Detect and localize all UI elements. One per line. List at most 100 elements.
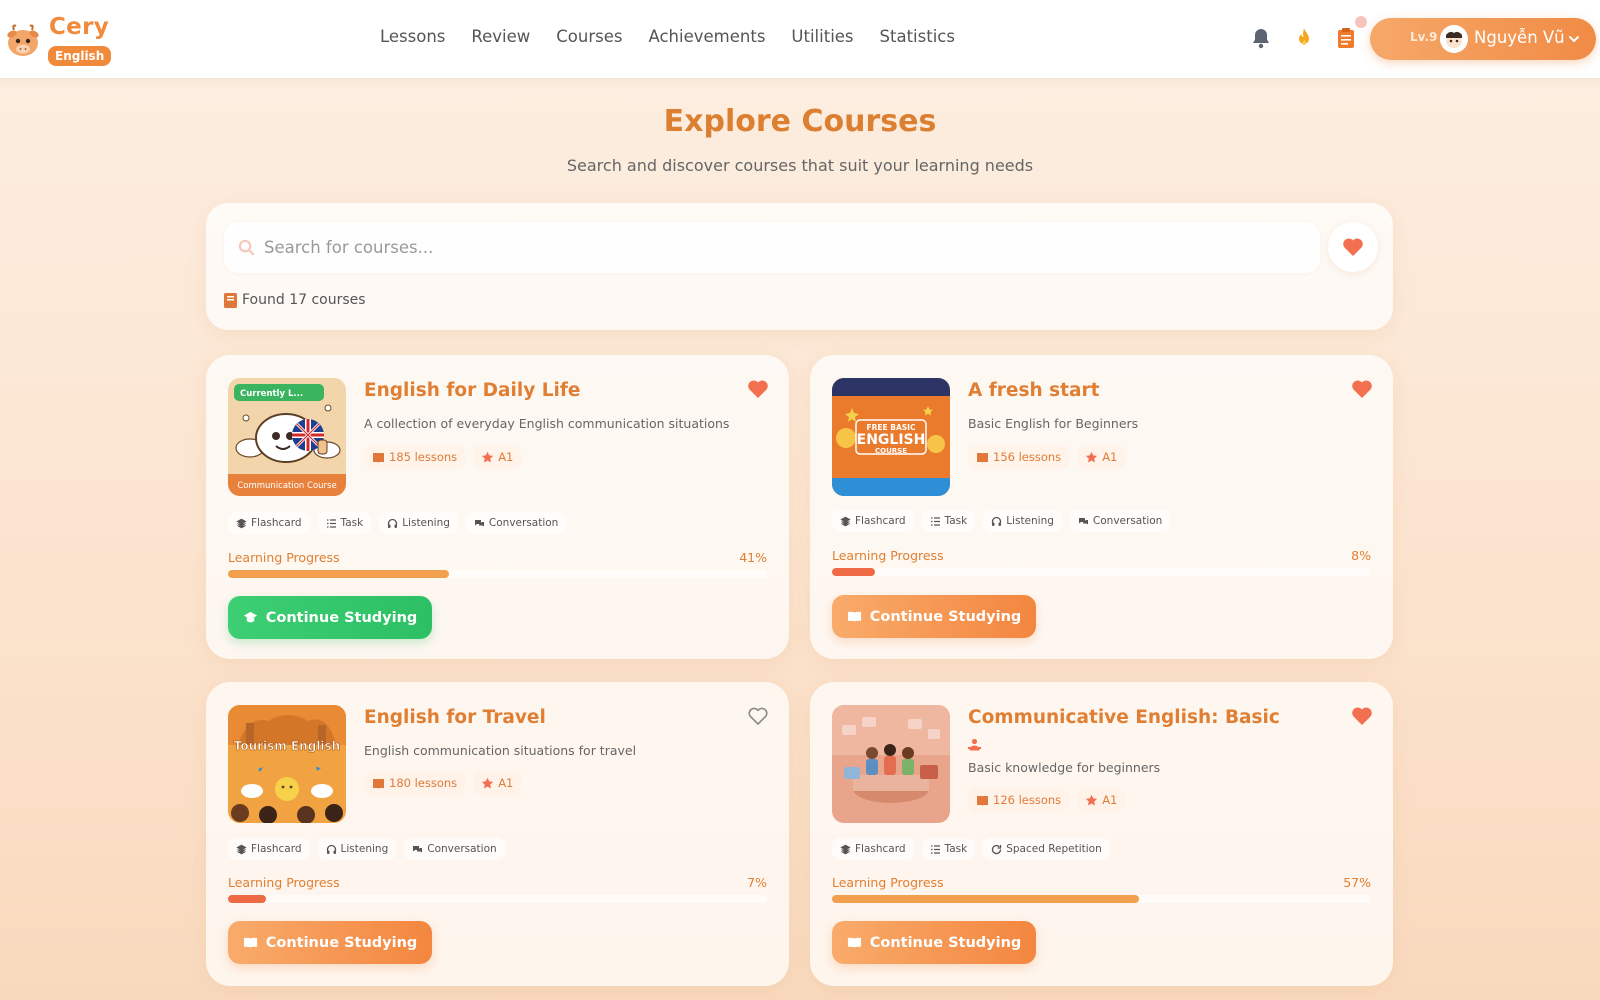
- course-description: English communication situations for tra…: [364, 743, 637, 758]
- heart-icon: [1343, 238, 1363, 256]
- course-title[interactable]: English for Daily Life: [364, 380, 744, 401]
- thumb-text: FREE BASIC: [867, 423, 916, 432]
- book-open-icon: [243, 937, 257, 949]
- brand-name: Cery: [49, 14, 110, 40]
- clipboard-icon[interactable]: [1334, 26, 1358, 50]
- heart-outline-icon[interactable]: [747, 706, 769, 726]
- course-meta: 126 lessons A1: [968, 788, 1133, 812]
- course-card[interactable]: FREE BASIC ENGLISH COURSE A fresh start …: [810, 355, 1393, 659]
- nav-statistics[interactable]: Statistics: [880, 27, 955, 46]
- nav-courses[interactable]: Courses: [556, 27, 622, 46]
- favorites-filter-button[interactable]: [1328, 222, 1378, 272]
- feature-flashcard: Flashcard: [832, 510, 914, 532]
- book-icon: [224, 292, 237, 308]
- progress-fill: [832, 895, 1140, 903]
- progress-bar: [832, 568, 1371, 576]
- thumb-caption: Communication Course: [237, 481, 336, 491]
- progress-bar: [228, 570, 767, 578]
- feature-conversation: Conversation: [404, 838, 505, 860]
- course-description: A collection of everyday English communi…: [364, 416, 730, 431]
- lessons-count: 185 lessons: [364, 445, 466, 469]
- heart-icon[interactable]: [1351, 706, 1373, 726]
- headphones-icon: [388, 518, 398, 528]
- layers-icon: [236, 518, 247, 528]
- progress-label: Learning Progress: [832, 875, 944, 890]
- thumb-text: ENGLISH: [857, 432, 926, 448]
- course-meta: 180 lessons A1: [364, 771, 529, 795]
- layers-icon: [840, 844, 851, 854]
- nav-utilities[interactable]: Utilities: [791, 27, 853, 46]
- bell-icon[interactable]: [1249, 26, 1273, 50]
- level-badge: A1: [1077, 788, 1126, 812]
- course-description: Basic English for Beginners: [968, 416, 1139, 431]
- headphones-icon: [992, 516, 1002, 526]
- course-card[interactable]: Communicative English: Basic Basic knowl…: [810, 682, 1393, 986]
- feature-list: Flashcard Task Listening Conversation: [832, 510, 1178, 532]
- page-title: Explore Courses: [663, 104, 937, 139]
- feature-spaced-repetition: Spaced Repetition: [983, 838, 1110, 860]
- progress-percent: 8%: [1351, 548, 1371, 563]
- chat-icon: [1078, 517, 1088, 524]
- progress-bar: [832, 895, 1371, 903]
- refresh-icon: [992, 844, 1002, 854]
- cow-mascot-icon: [7, 24, 39, 56]
- book-icon: [977, 452, 988, 463]
- star-icon: [1086, 794, 1098, 805]
- nav-achievements[interactable]: Achievements: [648, 27, 765, 46]
- continue-studying-button[interactable]: Continue Studying: [832, 595, 1036, 638]
- continue-studying-button[interactable]: Continue Studying: [228, 596, 432, 639]
- page-subtitle: Search and discover courses that suit yo…: [566, 156, 1034, 175]
- user-name: Nguyễn Vũ: [1474, 28, 1565, 47]
- level-badge: A1: [473, 771, 522, 795]
- continue-studying-button[interactable]: Continue Studying: [228, 921, 432, 964]
- star-icon: [482, 451, 494, 462]
- book-open-icon: [847, 611, 861, 623]
- teacher-icon: [968, 738, 981, 751]
- course-card[interactable]: Tourism English English for Travel Engli…: [206, 682, 789, 986]
- chevron-down-icon: [1569, 36, 1579, 43]
- progress-fill: [832, 568, 876, 576]
- level-badge: A1: [1077, 445, 1126, 469]
- layers-icon: [236, 844, 247, 854]
- brand-badge: English: [48, 46, 112, 66]
- graduation-cap-icon: [243, 611, 257, 623]
- progress-label: Learning Progress: [832, 548, 944, 563]
- nav-lessons[interactable]: Lessons: [380, 27, 445, 46]
- course-title[interactable]: Communicative English: Basic: [968, 707, 1348, 728]
- avatar: [1440, 25, 1468, 53]
- layers-icon: [840, 516, 851, 526]
- nav-review[interactable]: Review: [471, 27, 530, 46]
- heart-icon[interactable]: [1351, 379, 1373, 399]
- course-title[interactable]: English for Travel: [364, 707, 744, 728]
- feature-flashcard: Flashcard: [228, 838, 310, 860]
- course-title[interactable]: A fresh start: [968, 380, 1348, 401]
- heart-icon[interactable]: [747, 379, 769, 399]
- chat-icon: [413, 845, 423, 852]
- progress-fill: [228, 895, 266, 903]
- headphones-icon: [326, 844, 336, 854]
- main-nav: Lessons Review Courses Achievements Util…: [380, 27, 981, 46]
- lessons-count: 126 lessons: [968, 788, 1070, 812]
- flame-icon[interactable]: [1292, 26, 1316, 50]
- list-icon: [930, 516, 940, 526]
- search-input[interactable]: [264, 222, 1304, 273]
- progress-percent: 7%: [747, 875, 767, 890]
- feature-task: Task: [921, 510, 976, 532]
- user-menu[interactable]: Lv.9 Nguyễn Vũ: [1370, 18, 1596, 60]
- course-thumbnail: [832, 705, 950, 823]
- progress-bar: [228, 895, 767, 903]
- list-icon: [930, 844, 940, 854]
- feature-list: Flashcard Listening Conversation: [228, 838, 513, 860]
- thumb-title: Tourism English: [234, 739, 340, 753]
- course-card[interactable]: Currently L... Communication Course Engl…: [206, 355, 789, 659]
- brand-logo[interactable]: Cery English: [3, 12, 123, 68]
- results-count-text: Found 17 courses: [242, 292, 366, 308]
- feature-list: Flashcard Task Spaced Repetition: [832, 838, 1118, 860]
- search-panel: Found 17 courses: [206, 203, 1393, 330]
- lessons-count: 180 lessons: [364, 771, 466, 795]
- progress-label: Learning Progress: [228, 550, 340, 565]
- search-box: [224, 222, 1320, 273]
- user-level-badge: Lv.9: [1410, 30, 1438, 44]
- continue-studying-button[interactable]: Continue Studying: [832, 921, 1036, 964]
- book-icon: [373, 452, 384, 463]
